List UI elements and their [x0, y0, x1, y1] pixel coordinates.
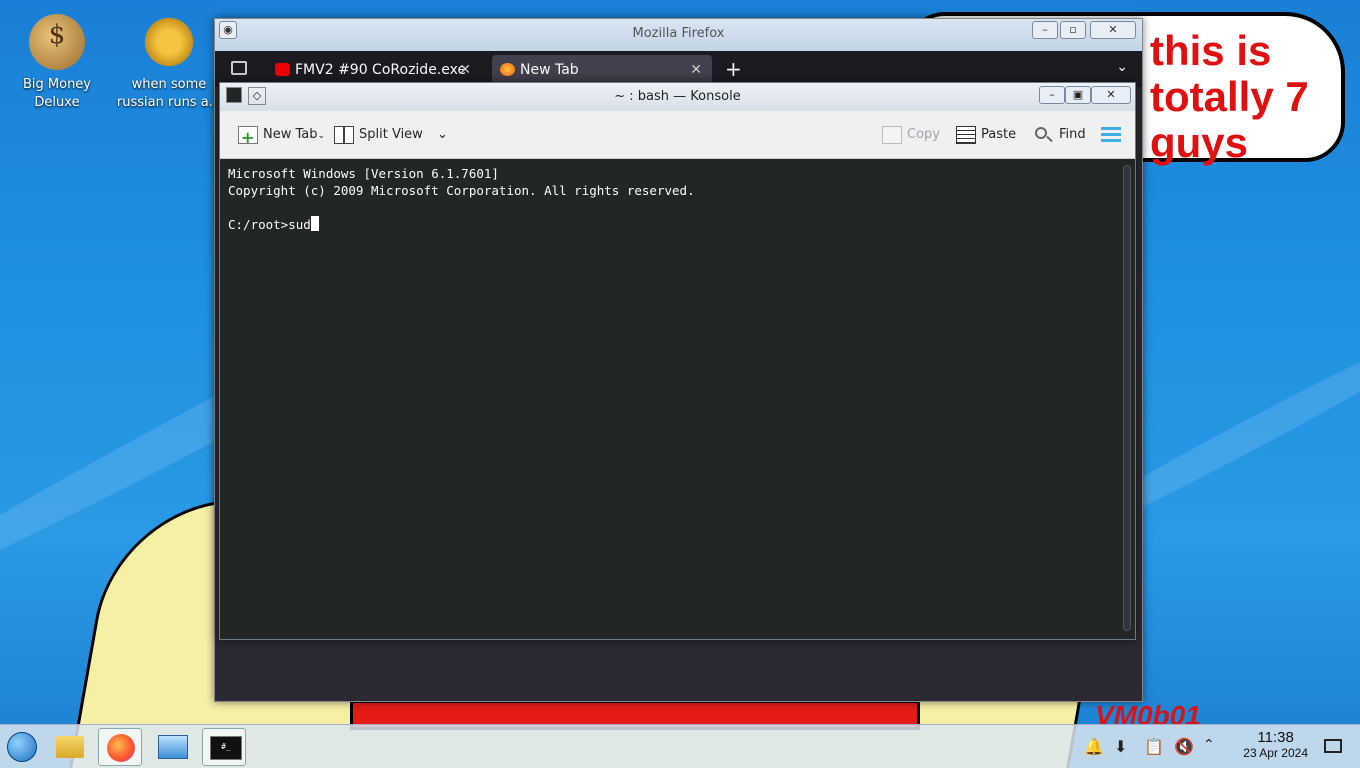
minimize-button[interactable]: – [1039, 86, 1065, 104]
money-bag-icon: $ [29, 14, 85, 70]
firefox-icon [500, 63, 515, 76]
clock-date: 23 Apr 2024 [1243, 746, 1308, 760]
desktop-icon-label: when some russian runs a... [116, 77, 222, 110]
split-view-icon [334, 125, 354, 144]
youtube-icon [275, 63, 290, 76]
maximize-button[interactable]: ▣ [1065, 86, 1091, 104]
tab-label: FMV2 #90 CoRozide.exe [295, 62, 467, 78]
settings-monitor-icon [158, 735, 188, 759]
firefox-app-icon[interactable]: ◉ [219, 21, 237, 39]
taskbar: #_ 🔔 ⬇ 📋 🔇 ⌃ 11:38 23 Apr 2024 [0, 724, 1360, 768]
new-tab-button[interactable]: + New Tab⌄ [238, 123, 325, 147]
minimize-button[interactable]: – [1032, 21, 1058, 39]
paste-icon [956, 125, 976, 144]
tab-list-icon[interactable] [231, 61, 247, 75]
copy-label: Copy [907, 127, 940, 142]
taskbar-firefox[interactable] [98, 728, 142, 766]
konsole-window-title: ~ : bash — Konsole [614, 89, 741, 104]
paste-label: Paste [981, 127, 1017, 142]
new-tab-icon: + [238, 125, 258, 145]
konsole-toolbar: + New Tab ⌄ Split View ⌄ Copy Paste Find [220, 111, 1135, 159]
konsole-window[interactable]: ◇ ~ : bash — Konsole – ▣ ✕ + New Tab ⌄ Spl… [219, 82, 1136, 640]
tab-label: New Tab [520, 62, 579, 78]
terminal-prompt-text: C:/root>sud [228, 217, 311, 232]
notifications-bell-icon[interactable]: 🔔 [1084, 737, 1104, 756]
taskbar-system-settings[interactable] [150, 728, 194, 766]
search-icon [1034, 126, 1054, 144]
konsole-titlebar[interactable]: ◇ ~ : bash — Konsole – ▣ ✕ [220, 83, 1135, 111]
hamburger-menu-icon[interactable] [1101, 127, 1121, 143]
clipboard-icon[interactable]: 📋 [1144, 737, 1164, 756]
terminal-cursor [310, 216, 319, 231]
folder-icon [56, 736, 84, 758]
terminal-output[interactable]: Microsoft Windows [Version 6.1.7601] Copy… [220, 159, 1119, 639]
find-label: Find [1059, 127, 1086, 142]
terminal-prompt[interactable]: C:/root>sud [228, 216, 1111, 233]
close-tab-icon[interactable]: ✕ [690, 55, 702, 85]
desktop-icon-big-money[interactable]: $ Big Money Deluxe [2, 4, 112, 112]
split-view-label: Split View [359, 127, 423, 142]
new-tab-plus-icon[interactable]: + [725, 57, 742, 81]
terminal-icon: #_ [210, 736, 242, 760]
new-tab-label: New Tab [263, 127, 318, 142]
terminal-line: Copyright (c) 2009 Microsoft Corporation… [228, 183, 695, 198]
firefox-content [215, 641, 1142, 701]
copy-button[interactable]: Copy [882, 123, 940, 147]
tab-new-tab[interactable]: New Tab ✕ [492, 55, 712, 85]
close-tab-icon[interactable]: ✕ [459, 55, 471, 85]
find-button[interactable]: Find [1034, 123, 1086, 147]
tray-expand-icon[interactable]: ⌃ [1203, 737, 1215, 753]
copy-icon [882, 125, 902, 144]
taskbar-file-manager[interactable] [48, 728, 92, 766]
gear-icon [141, 14, 197, 70]
update-icon[interactable]: ⬇ [1114, 737, 1127, 756]
clock[interactable]: 11:38 23 Apr 2024 [1243, 729, 1308, 761]
taskbar-konsole[interactable]: #_ [202, 728, 246, 766]
firefox-window-title: Mozilla Firefox [632, 26, 725, 41]
firefox-titlebar[interactable]: Mozilla Firefox ◉ – ▫ ✕ [215, 19, 1142, 51]
show-desktop-icon[interactable] [1324, 739, 1342, 753]
tab-youtube[interactable]: FMV2 #90 CoRozide.exe ✕ [267, 55, 481, 85]
clock-time: 11:38 [1257, 729, 1294, 746]
firefox-icon [107, 734, 135, 762]
chevron-down-icon[interactable]: ⌄ [437, 127, 448, 142]
speech-bubble-text: this is totally 7 guys [1150, 27, 1309, 166]
desktop-icon-russian[interactable]: when some russian runs a... [114, 4, 224, 112]
paste-button[interactable]: Paste [956, 123, 1016, 147]
windows-orb-icon [7, 732, 37, 762]
close-button[interactable]: ✕ [1091, 86, 1131, 104]
terminal-scrollbar[interactable] [1123, 165, 1131, 631]
konsole-app-icon[interactable] [226, 87, 242, 103]
start-button[interactable] [0, 728, 44, 766]
maximize-button[interactable]: ▫ [1060, 21, 1086, 39]
split-view-button[interactable]: Split View ⌄ [334, 123, 448, 147]
keep-above-icon[interactable]: ◇ [248, 87, 266, 105]
volume-muted-icon[interactable]: 🔇 [1174, 737, 1194, 756]
terminal-line: Microsoft Windows [Version 6.1.7601] [228, 166, 499, 181]
desktop-icon-label: Big Money Deluxe [22, 77, 91, 110]
close-button[interactable]: ✕ [1090, 21, 1136, 39]
chevron-down-icon[interactable]: ⌄ [1116, 59, 1128, 75]
